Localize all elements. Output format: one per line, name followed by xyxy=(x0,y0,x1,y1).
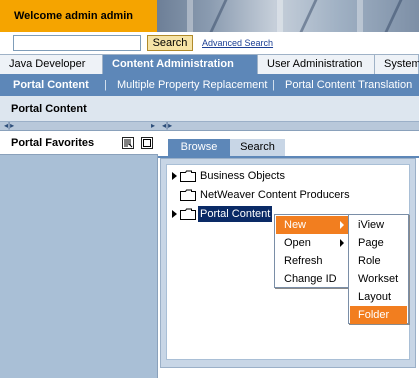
search-input[interactable] xyxy=(13,35,141,51)
submenu-arrow-icon xyxy=(340,221,344,229)
left-panel-resize-bar[interactable]: ◂|▸ ▸ xyxy=(0,121,158,131)
submenu-item-iview[interactable]: iView xyxy=(350,216,407,234)
portal-favorites-panel xyxy=(0,155,158,378)
new-submenu: iView Page Role Workset Layout Folder xyxy=(348,214,409,324)
maximize-icon[interactable] xyxy=(141,137,153,149)
advanced-search-link[interactable]: Advanced Search xyxy=(202,38,273,48)
tab-user-administration[interactable]: User Administration xyxy=(258,55,375,74)
search-button[interactable]: Search xyxy=(147,35,193,51)
tree-node-label-selected: Portal Content xyxy=(198,206,273,222)
submenu-item-layout[interactable]: Layout xyxy=(350,288,407,306)
subnav-item-portal-content-translation[interactable]: Portal Content Translation xyxy=(285,74,412,96)
submenu-item-workset[interactable]: Workset xyxy=(350,270,407,288)
expand-arrow-icon[interactable]: ▸ xyxy=(151,121,155,130)
menu-item-refresh[interactable]: Refresh xyxy=(276,252,348,270)
folder-icon xyxy=(180,208,196,220)
folder-icon xyxy=(180,189,196,201)
menu-item-label: Refresh xyxy=(284,255,323,267)
top-level-navigation: Java Developer Content Administration Us… xyxy=(0,54,419,74)
portal-header: Welcome admin admin xyxy=(0,0,419,32)
tree-node-business-objects[interactable]: Business Objects xyxy=(172,168,372,184)
page-title-bar: Portal Content xyxy=(0,96,419,122)
tree-node-label: NetWeaver Content Producers xyxy=(200,189,350,201)
folder-icon xyxy=(180,170,196,182)
submenu-item-page[interactable]: Page xyxy=(350,234,407,252)
tree-node-label: Business Objects xyxy=(200,170,285,182)
search-bar: Search Advanced Search xyxy=(0,32,419,54)
menu-item-new[interactable]: New xyxy=(276,216,348,234)
submenu-arrow-icon xyxy=(340,239,344,247)
subnav-item-portal-content[interactable]: Portal Content xyxy=(13,74,89,96)
tab-content-administration[interactable]: Content Administration xyxy=(103,55,258,74)
context-menu: New Open Refresh Change ID xyxy=(274,214,350,288)
subnav-separator: | xyxy=(104,79,107,91)
tab-browse[interactable]: Browse xyxy=(168,139,230,156)
menu-item-label: Change ID xyxy=(284,273,337,285)
menu-item-label: Open xyxy=(284,237,311,249)
second-level-navigation: Portal Content | Multiple Property Repla… xyxy=(0,74,419,96)
subnav-separator: | xyxy=(272,79,275,91)
expand-triangle-icon[interactable] xyxy=(172,210,177,218)
menu-item-label: New xyxy=(284,219,307,231)
menu-item-open[interactable]: Open xyxy=(276,234,348,252)
collapse-arrows-icon[interactable]: ◂|▸ xyxy=(162,121,172,130)
subnav-item-multiple-property-replacement[interactable]: Multiple Property Replacement xyxy=(117,74,267,96)
collapse-arrows-icon[interactable]: ◂|▸ xyxy=(4,121,14,130)
tab-system[interactable]: System xyxy=(375,55,419,74)
menu-item-change-id[interactable]: Change ID xyxy=(276,270,348,288)
welcome-message: Welcome admin admin xyxy=(0,0,157,32)
tab-search[interactable]: Search xyxy=(230,139,285,156)
page-title: Portal Content xyxy=(11,103,87,115)
portal-favorites-header: Portal Favorites xyxy=(0,131,158,155)
portal-favorites-title: Portal Favorites xyxy=(11,137,95,149)
tree-node-netweaver-content-producers[interactable]: NetWeaver Content Producers xyxy=(172,187,392,203)
submenu-item-role[interactable]: Role xyxy=(350,252,407,270)
favorites-menu-icon[interactable] xyxy=(122,137,134,149)
expand-triangle-icon[interactable] xyxy=(172,172,177,180)
header-banner-image xyxy=(157,0,419,32)
submenu-item-folder[interactable]: Folder xyxy=(350,306,407,324)
tab-java-developer[interactable]: Java Developer xyxy=(0,55,103,74)
right-panel-resize-bar[interactable]: ◂|▸ xyxy=(158,121,419,131)
